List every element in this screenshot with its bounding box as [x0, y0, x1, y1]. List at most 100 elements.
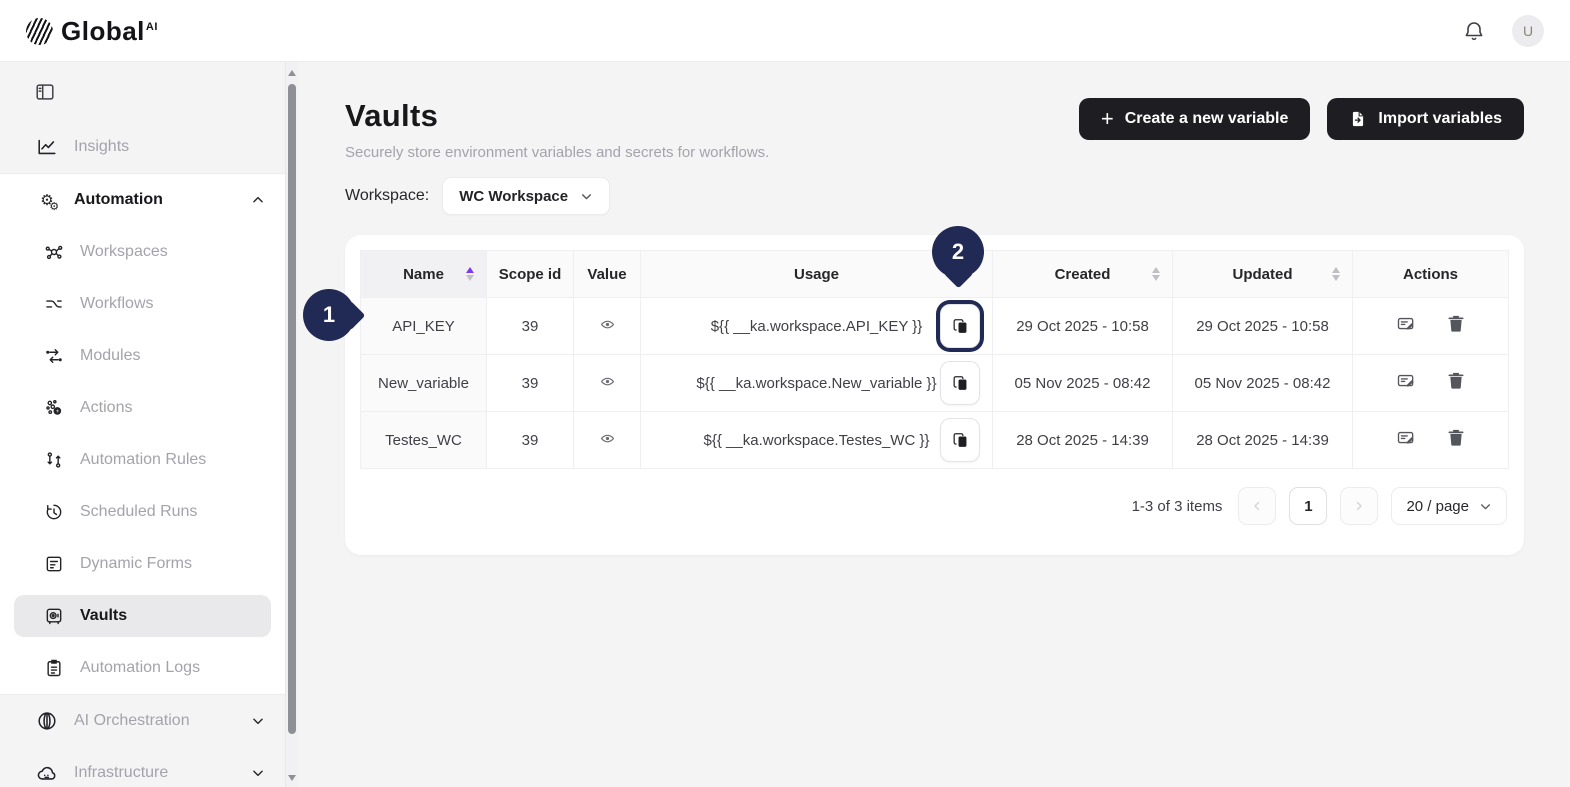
- sidebar-scrollbar[interactable]: [285, 62, 298, 787]
- create-variable-button[interactable]: + Create a new variable: [1079, 98, 1311, 140]
- column-header-actions: Actions: [1353, 251, 1509, 298]
- sidebar-item-label: Infrastructure: [74, 764, 168, 782]
- sidebar-item-workspaces[interactable]: Workspaces: [0, 226, 285, 278]
- vault-name-cell: Testes_WC: [361, 412, 487, 469]
- brand-name: GlobalAI: [61, 18, 158, 44]
- value-cell: [574, 412, 641, 469]
- sidebar-item-ai-orchestration[interactable]: AI Orchestration: [0, 695, 285, 747]
- ai-orchestration-icon: [36, 710, 58, 732]
- chevron-down-icon: [251, 766, 265, 780]
- column-header-scope-id: Scope id: [487, 251, 574, 298]
- copy-usage-button[interactable]: [940, 418, 980, 462]
- sidebar-item-scheduled-runs[interactable]: Scheduled Runs: [0, 486, 285, 538]
- table-row: Testes_WC39 ${{ __ka.workspace.Testes_WC …: [361, 412, 1509, 469]
- copy-usage-button[interactable]: [940, 361, 980, 405]
- sidebar-item-actions[interactable]: Actions: [0, 382, 285, 434]
- sidebar: Insights ⚙⚙ Automation Workspaces Workfl…: [0, 62, 285, 787]
- delete-button[interactable]: [1446, 371, 1466, 391]
- vault-safe-icon: [44, 606, 64, 626]
- chevron-up-icon: [251, 193, 265, 207]
- table-row: API_KEY39${{ __ka.workspace.API_KEY }}29…: [361, 298, 1509, 355]
- usage-cell: ${{ __ka.workspace.Testes_WC }}: [641, 412, 993, 469]
- globe-logo-icon: [26, 18, 53, 45]
- brand-superscript: AI: [146, 21, 158, 33]
- sidebar-item-infrastructure[interactable]: Infrastructure: [0, 747, 285, 787]
- sidebar-item-label: AI Orchestration: [74, 712, 190, 730]
- edit-button[interactable]: [1396, 428, 1416, 448]
- infrastructure-cloud-icon: [36, 762, 58, 784]
- sidebar-item-insights[interactable]: Insights: [0, 121, 285, 173]
- sort-icon: [1332, 267, 1340, 281]
- edit-button[interactable]: [1396, 314, 1416, 334]
- updated-cell: 05 Nov 2025 - 08:42: [1173, 355, 1353, 412]
- column-header-value: Value: [574, 251, 641, 298]
- page-size-value: 20 / page: [1406, 498, 1469, 515]
- top-header: GlobalAI U: [0, 0, 1570, 62]
- sidebar-item-label: Workspaces: [80, 243, 168, 261]
- workspace-selected-value: WC Workspace: [459, 188, 568, 205]
- value-cell: [574, 355, 641, 412]
- scope-id-cell: 39: [487, 412, 574, 469]
- table-row: New_variable39${{ __ka.workspace.New_var…: [361, 355, 1509, 412]
- chevron-down-icon: [1479, 500, 1492, 513]
- created-cell: 05 Nov 2025 - 08:42: [993, 355, 1173, 412]
- sidebar-item-label: Vaults: [80, 607, 127, 625]
- page-size-select[interactable]: 20 / page: [1391, 487, 1507, 525]
- reveal-value-eye-icon[interactable]: [600, 431, 615, 446]
- brand-logo: GlobalAI: [26, 16, 158, 45]
- sidebar-item-label: Automation: [74, 191, 163, 209]
- vault-name-cell: API_KEY: [361, 298, 487, 355]
- sidebar-item-label: Dynamic Forms: [80, 555, 192, 573]
- delete-button[interactable]: [1446, 428, 1466, 448]
- sidebar-item-label: Actions: [80, 399, 132, 417]
- automation-rules-icon: [44, 450, 64, 470]
- column-header-name[interactable]: Name: [361, 251, 487, 298]
- sidebar-item-modules[interactable]: Modules: [0, 330, 285, 382]
- sidebar-item-label: Scheduled Runs: [80, 503, 197, 521]
- chevron-down-icon: [251, 714, 265, 728]
- usage-cell: ${{ __ka.workspace.API_KEY }}: [641, 298, 993, 355]
- import-variables-button[interactable]: Import variables: [1327, 98, 1524, 140]
- notifications-bell-icon[interactable]: [1462, 19, 1486, 43]
- pagination-summary: 1-3 of 3 items: [1132, 498, 1223, 515]
- scope-id-cell: 39: [487, 355, 574, 412]
- insights-chart-icon: [36, 136, 58, 158]
- sidebar-item-dynamic-forms[interactable]: Dynamic Forms: [0, 538, 285, 590]
- column-header-updated[interactable]: Updated: [1173, 251, 1353, 298]
- sidebar-item-workflows[interactable]: Workflows: [0, 278, 285, 330]
- created-cell: 29 Oct 2025 - 10:58: [993, 298, 1173, 355]
- sidebar-item-label: Modules: [80, 347, 140, 365]
- page-subtitle: Securely store environment variables and…: [345, 144, 769, 161]
- page-title: Vaults: [345, 98, 769, 134]
- usage-cell: ${{ __ka.workspace.New_variable }}: [641, 355, 993, 412]
- page-number-button[interactable]: 1: [1289, 487, 1327, 525]
- reveal-value-eye-icon[interactable]: [600, 317, 615, 332]
- updated-cell: 28 Oct 2025 - 14:39: [1173, 412, 1353, 469]
- dynamic-forms-icon: [44, 554, 64, 574]
- sidebar-item-automation-logs[interactable]: Automation Logs: [0, 642, 285, 694]
- user-avatar[interactable]: U: [1512, 15, 1544, 47]
- edit-button[interactable]: [1396, 371, 1416, 391]
- delete-button[interactable]: [1446, 314, 1466, 334]
- sidebar-item-label: Automation Logs: [80, 659, 200, 677]
- sidebar-toggle-icon[interactable]: [34, 81, 56, 103]
- scrollbar-down-arrow[interactable]: [288, 775, 296, 781]
- next-page-button[interactable]: [1340, 487, 1378, 525]
- reveal-value-eye-icon[interactable]: [600, 374, 615, 389]
- scrollbar-thumb[interactable]: [288, 84, 296, 734]
- workspace-select[interactable]: WC Workspace: [442, 177, 610, 215]
- workflows-branch-icon: [44, 294, 64, 314]
- sidebar-item-vaults[interactable]: Vaults: [14, 595, 271, 637]
- previous-page-button[interactable]: [1238, 487, 1276, 525]
- sort-icon: [1152, 267, 1160, 281]
- vaults-table-card: Name Scope id Value Usage Created Update…: [345, 235, 1524, 555]
- sidebar-item-automation-rules[interactable]: Automation Rules: [0, 434, 285, 486]
- column-header-created[interactable]: Created: [993, 251, 1173, 298]
- actions-cell: [1353, 298, 1509, 355]
- sidebar-item-label: Insights: [74, 138, 129, 156]
- actions-cell: [1353, 355, 1509, 412]
- scrollbar-up-arrow[interactable]: [288, 70, 296, 76]
- sidebar-item-automation[interactable]: ⚙⚙ Automation: [0, 174, 285, 226]
- workspace-label: Workspace:: [345, 187, 429, 205]
- copy-usage-button[interactable]: [940, 304, 980, 348]
